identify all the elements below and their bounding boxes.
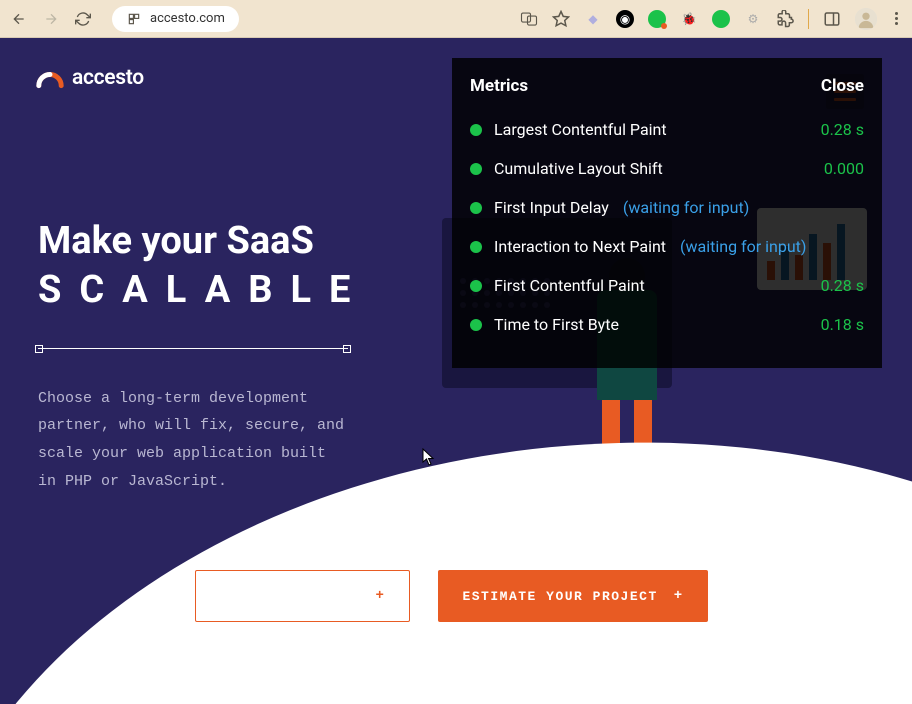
profile-avatar[interactable] (855, 8, 877, 30)
metric-value: 0.28 s (821, 120, 864, 139)
metric-row: First Input Delay (waiting for input) (470, 188, 864, 227)
ext-icon-4[interactable]: 🐞 (680, 10, 698, 28)
browser-toolbar: accesto.com ◆ ◉ 🐞 ⚙ (0, 0, 912, 38)
metric-row: Largest Contentful Paint 0.28 s (470, 110, 864, 149)
url-text: accesto.com (150, 11, 225, 26)
metrics-panel: Metrics Close Largest Contentful Paint 0.… (452, 58, 882, 368)
metric-row: First Contentful Paint 0.28 s (470, 266, 864, 305)
estimate-project-button[interactable]: ESTIMATE YOUR PROJECT + (438, 570, 707, 622)
extensions-icon[interactable] (776, 10, 794, 28)
ext-icon-2[interactable]: ◉ (616, 10, 634, 28)
schedule-call-button[interactable]: SCHEDULE A CALL + (195, 570, 410, 622)
hero-section: Make your SaaS SCALABLE Choose a long-te… (38, 218, 398, 496)
star-icon[interactable] (552, 10, 570, 28)
metrics-close-button[interactable]: Close (821, 76, 864, 96)
metric-value: 0.18 s (821, 315, 864, 334)
status-dot-icon (470, 202, 482, 214)
metric-label: First Input Delay (494, 198, 609, 217)
ext-icon-3[interactable] (648, 10, 666, 28)
cta-row: SCHEDULE A CALL + ESTIMATE YOUR PROJECT … (195, 570, 708, 622)
back-button[interactable] (10, 10, 28, 28)
headline-line2: SCALABLE (38, 268, 398, 312)
plus-icon: + (376, 588, 386, 604)
status-dot-icon (470, 163, 482, 175)
address-bar[interactable]: accesto.com (112, 6, 239, 32)
cursor-icon (422, 448, 436, 470)
metric-label: Cumulative Layout Shift (494, 159, 663, 178)
metric-value: 0.000 (824, 159, 864, 178)
metric-value: 0.28 s (821, 276, 864, 295)
status-dot-icon (470, 280, 482, 292)
divider (38, 348, 348, 349)
ext-icon-5[interactable] (712, 10, 730, 28)
site-logo[interactable]: accesto (36, 66, 144, 90)
translate-icon[interactable] (520, 10, 538, 28)
metric-waiting: (waiting for input) (623, 198, 749, 217)
browser-menu[interactable] (891, 12, 902, 25)
page-content: accesto Make your SaaS SCALABLE Choose a… (0, 38, 912, 704)
extensions-row: ◆ ◉ 🐞 ⚙ (520, 8, 902, 30)
ext-icon-6[interactable]: ⚙ (744, 10, 762, 28)
status-dot-icon (470, 124, 482, 136)
forward-button[interactable] (42, 10, 60, 28)
metric-label: Largest Contentful Paint (494, 120, 667, 139)
schedule-label: SCHEDULE A CALL (220, 589, 360, 604)
reload-button[interactable] (74, 10, 92, 28)
plus-icon: + (674, 588, 684, 604)
metric-waiting: (waiting for input) (680, 237, 806, 256)
metric-label: Time to First Byte (494, 315, 619, 334)
status-dot-icon (470, 319, 482, 331)
metric-row: Cumulative Layout Shift 0.000 (470, 149, 864, 188)
headline-line1: Make your SaaS (38, 218, 398, 266)
metrics-title: Metrics (470, 76, 528, 96)
area-chart-card-icon (642, 464, 772, 540)
hero-subtext: Choose a long-term development partner, … (38, 385, 348, 496)
estimate-label: ESTIMATE YOUR PROJECT (462, 589, 657, 604)
logo-text: accesto (72, 66, 144, 90)
logo-mark-icon (36, 67, 64, 89)
status-dot-icon (470, 241, 482, 253)
sidepanel-icon[interactable] (823, 10, 841, 28)
metric-label: Interaction to Next Paint (494, 237, 666, 256)
metric-row: Time to First Byte 0.18 s (470, 305, 864, 344)
pie-chart-card-icon (502, 476, 602, 538)
metric-label: First Contentful Paint (494, 276, 645, 295)
site-settings-icon[interactable] (126, 11, 142, 27)
metric-row: Interaction to Next Paint (waiting for in… (470, 227, 864, 266)
ext-icon-1[interactable]: ◆ (584, 10, 602, 28)
